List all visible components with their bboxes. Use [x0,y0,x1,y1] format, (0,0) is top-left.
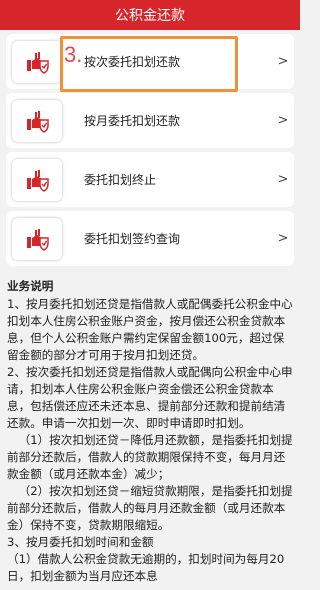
menu-item-terminate[interactable]: 委托扣划终止 > [6,152,294,207]
menu-item-label: 委托扣划终止 [84,173,157,187]
step-number: 3. [64,42,83,67]
hand-shield-icon [12,99,62,142]
business-description: 业务说明 1、按月委托扣划还贷是指借款人或配偶委托公积金中心扣划本人住房公积金账… [0,270,300,585]
app-header: 公积金还款 [0,0,300,30]
paragraph: （1）借款人公积金贷款无逾期的，扣划时间为每月20日，扣划金额为当月应还本息 [7,552,285,583]
chevron-right-icon: > [277,231,289,246]
menu-item-label: 按月委托扣划还款 [84,114,181,128]
hand-shield-icon [12,40,62,83]
chevron-right-icon: > [277,113,289,128]
chevron-right-icon: > [277,172,289,187]
menu-item-label: 委托扣划签约查询 [84,232,181,246]
paragraph: （1）按次扣划还贷－降低月还款额，是指委托扣划提前部分还款后，借款人的贷款期限保… [7,433,293,481]
hand-shield-icon [12,217,62,260]
menu-item-monthly-repay[interactable]: 按月委托扣划还款 > [6,93,294,148]
highlight-box [60,36,238,92]
paragraph: 3、按月委托扣划时间和金额 [7,535,154,549]
section-title: 业务说明 [7,279,54,293]
page-title: 公积金还款 [115,8,185,24]
hand-shield-icon [12,158,62,201]
paragraph: 1、按月委托扣划还贷是指借款人或配偶委托公积金中心扣划本人住房公积金账户资金，按… [7,297,293,362]
chevron-right-icon: > [277,54,289,69]
paragraph: 2、按次委托扣划还贷是指借款人或配偶向公积金中心申请，扣划本人住房公积金账户资金… [7,365,293,430]
menu-item-sign-query[interactable]: 委托扣划签约查询 > [6,211,294,266]
paragraph: （2）按次扣划还贷－缩短贷款期限，是指委托扣划提前部分还款后，借款人的每月月还款… [7,484,293,532]
